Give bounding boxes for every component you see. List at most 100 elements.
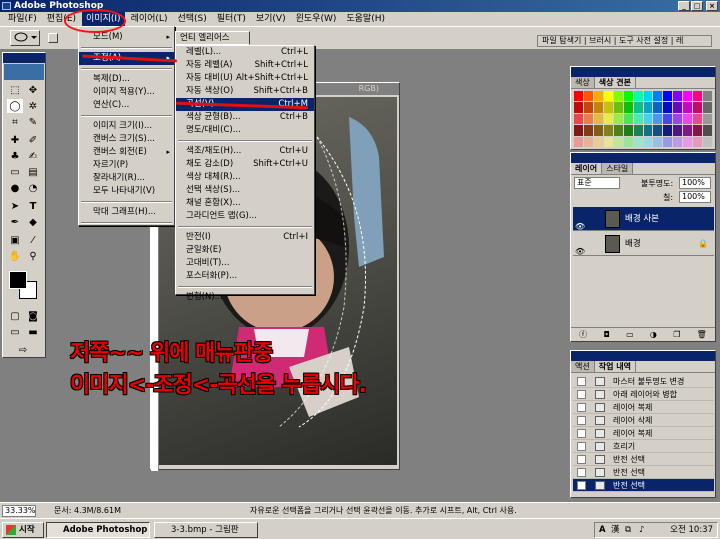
tab-actions[interactable]: 액션 — [571, 361, 595, 372]
snapshot-checkbox[interactable] — [577, 468, 586, 477]
color-swatch[interactable] — [653, 91, 663, 102]
color-swatch[interactable] — [643, 91, 653, 102]
color-swatch[interactable] — [693, 102, 703, 113]
color-swatch[interactable] — [603, 102, 613, 113]
menu-item-variations[interactable]: 변형(N)... — [176, 291, 314, 304]
menu-item-equalize[interactable]: 균일화(E) — [176, 244, 314, 257]
color-swatch[interactable] — [643, 113, 653, 125]
history-row[interactable]: 마스터 불투명도 변경 — [573, 375, 714, 388]
path-selection-icon[interactable]: ➤ — [7, 199, 23, 213]
color-swatch[interactable] — [603, 113, 613, 125]
menu-help[interactable]: 도움말(H) — [342, 12, 389, 26]
menu-window[interactable]: 윈도우(W) — [292, 12, 341, 26]
color-swatch[interactable] — [583, 102, 593, 113]
history-row[interactable]: 아래 레이어와 병합 — [573, 388, 714, 401]
color-swatch[interactable] — [613, 113, 623, 125]
color-swatch[interactable] — [673, 102, 683, 113]
color-swatch[interactable] — [603, 91, 613, 102]
task-photoshop[interactable]: Adobe Photoshop — [46, 522, 150, 538]
snapshot-checkbox[interactable] — [577, 377, 586, 386]
eye-icon[interactable]: 👁 — [575, 240, 585, 264]
layer-row[interactable]: 👁 배경 사본 — [573, 207, 714, 231]
color-swatch[interactable] — [703, 102, 712, 113]
color-swatch[interactable] — [583, 91, 593, 102]
menu-item-auto-color[interactable]: 자동 색상(O) Shift+Ctrl+B — [176, 85, 314, 98]
lasso-preset-button[interactable] — [10, 30, 40, 46]
menu-item-calculations[interactable]: 연산(C)... — [79, 99, 174, 112]
blur-tool-icon[interactable]: ● — [7, 181, 23, 195]
color-swatch[interactable] — [603, 136, 613, 147]
color-swatch[interactable] — [583, 136, 593, 147]
new-layer-icon[interactable]: ❐ — [673, 330, 680, 339]
snapshot-checkbox[interactable] — [577, 403, 586, 412]
menu-item-invert[interactable]: 반전(I) Ctrl+I — [176, 231, 314, 244]
gradient-tool-icon[interactable]: ▤ — [25, 165, 41, 179]
trash-icon[interactable]: 🗑 — [697, 330, 707, 339]
tab-history[interactable]: 작업 내역 — [594, 361, 636, 372]
color-swatch[interactable] — [703, 125, 712, 136]
jump-to-imageready-icon[interactable]: ⇨ — [15, 343, 31, 357]
menu-filter[interactable]: 필터(T) — [213, 12, 250, 26]
color-swatch[interactable] — [574, 136, 583, 147]
menu-item-canvas-size[interactable]: 캔버스 크기(S)... — [79, 133, 174, 146]
notes-tool-icon[interactable]: ▣ — [7, 233, 23, 247]
blend-mode-select[interactable]: 표준 — [574, 177, 620, 189]
eraser-tool-icon[interactable]: ▭ — [7, 165, 23, 179]
layer-row[interactable]: 👁 배경 🔒 — [573, 232, 714, 256]
snapshot-checkbox[interactable] — [577, 481, 586, 490]
color-swatch[interactable] — [623, 102, 633, 113]
color-swatch[interactable] — [613, 125, 623, 136]
color-swatch[interactable] — [693, 91, 703, 102]
color-swatch[interactable] — [683, 91, 693, 102]
color-swatch[interactable] — [703, 136, 712, 147]
eyedropper-icon[interactable]: ⁄ — [25, 233, 41, 247]
color-swatch[interactable] — [683, 125, 693, 136]
adjustment-layer-icon[interactable]: ◑ — [650, 330, 657, 339]
color-swatch[interactable] — [593, 136, 603, 147]
snapshot-checkbox[interactable] — [577, 455, 586, 464]
color-swatch[interactable] — [693, 113, 703, 125]
swatch-grid[interactable] — [574, 91, 712, 147]
color-swatch[interactable] — [683, 136, 693, 147]
color-swatch[interactable] — [653, 102, 663, 113]
menu-item-trim[interactable]: 잘라내기(R)... — [79, 172, 174, 185]
task-paint[interactable]: 3-3.bmp - 그림판 — [154, 522, 258, 538]
color-swatch[interactable] — [603, 125, 613, 136]
dodge-tool-icon[interactable]: ◔ — [25, 181, 41, 195]
layer-style-icon[interactable]: ⓕ — [579, 329, 587, 340]
slice-tool-icon[interactable]: ✎ — [25, 115, 41, 129]
ime-a-icon[interactable]: A — [599, 523, 606, 537]
color-swatch[interactable] — [623, 125, 633, 136]
color-swatch[interactable] — [633, 125, 643, 136]
color-swatch[interactable] — [574, 91, 583, 102]
menu-item-channel-mixer[interactable]: 채널 혼합(X)... — [176, 197, 314, 210]
color-swatch[interactable] — [663, 125, 673, 136]
snapshot-checkbox[interactable] — [577, 429, 586, 438]
color-swatch[interactable] — [673, 113, 683, 125]
color-swatch[interactable] — [633, 136, 643, 147]
crop-tool-icon[interactable]: ⌗ — [7, 115, 23, 129]
color-swatch[interactable] — [593, 125, 603, 136]
color-swatch[interactable] — [593, 91, 603, 102]
tab-styles[interactable]: 스타일 — [602, 163, 634, 174]
color-swatch[interactable] — [583, 125, 593, 136]
color-swatch[interactable] — [623, 91, 633, 102]
minimize-button[interactable]: _ — [678, 1, 690, 11]
color-swatch[interactable] — [613, 136, 623, 147]
pen-tool-icon[interactable]: ✒ — [7, 215, 23, 229]
tab-color[interactable]: 색상 — [571, 77, 595, 88]
menu-item-auto-contrast[interactable]: 자동 대비(U) Alt+Shift+Ctrl+L — [176, 72, 314, 85]
menu-item-reveal-all[interactable]: 모두 나타내기(V) — [79, 185, 174, 198]
color-swatch[interactable] — [643, 102, 653, 113]
history-row[interactable]: 레이어 복제 — [573, 401, 714, 414]
history-row[interactable]: 반전 선택 — [573, 479, 714, 492]
menu-item-histogram[interactable]: 막대 그래프(H)... — [79, 206, 174, 219]
zoom-field[interactable]: 33.33% — [2, 505, 36, 517]
menu-file[interactable]: 파일(F) — [4, 12, 41, 26]
fullscreen-mode-icon[interactable]: ▬ — [25, 325, 41, 339]
history-row[interactable]: 반전 선택 — [573, 466, 714, 479]
tab-layers[interactable]: 레이어 — [571, 163, 603, 174]
menu-item-gradient-map[interactable]: 그라디언트 맵(G)... — [176, 210, 314, 223]
color-swatch[interactable] — [574, 102, 583, 113]
color-swatch[interactable] — [673, 125, 683, 136]
